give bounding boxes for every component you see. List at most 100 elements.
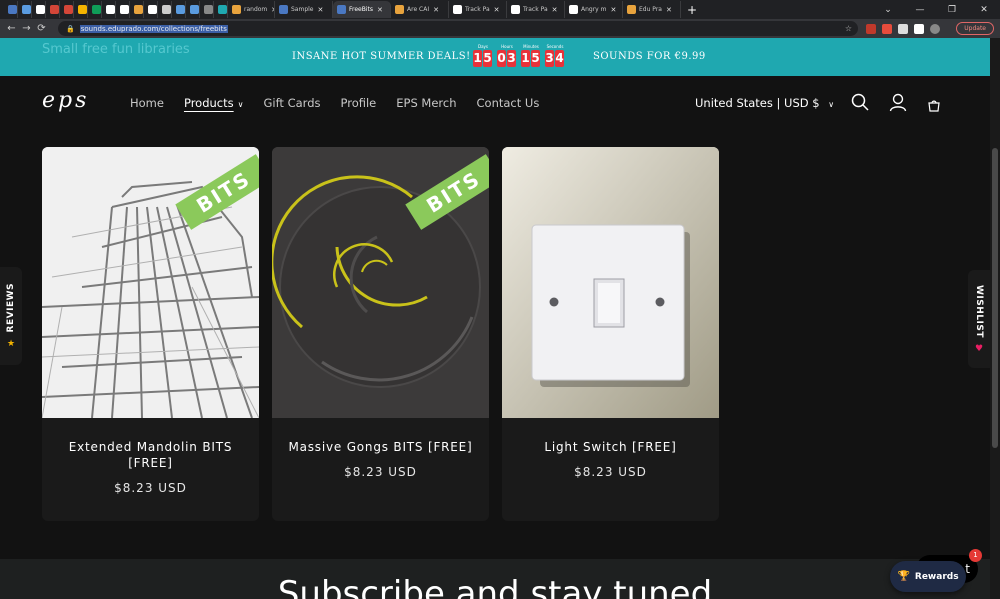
tab-close-icon[interactable]: ✕ — [433, 6, 439, 14]
scrollbar-thumb[interactable] — [992, 148, 998, 448]
wishlist-tab[interactable]: WISHLIST ♥ — [968, 270, 990, 368]
browser-tab[interactable] — [214, 1, 228, 18]
extension-icon[interactable] — [866, 23, 876, 34]
tab-favicon-icon — [22, 5, 31, 14]
new-tab-button[interactable]: + — [687, 3, 697, 17]
browser-tab[interactable]: Sample ✕ — [275, 1, 333, 18]
minimize-icon[interactable]: — — [904, 5, 936, 15]
announcement-right-text: SOUNDS FOR €9.99 — [593, 51, 706, 62]
tab-favicon-icon — [627, 5, 636, 14]
nav-item-eps-merch[interactable]: EPS Merch — [396, 96, 456, 110]
tab-close-icon[interactable]: ✕ — [666, 6, 672, 14]
browser-tab[interactable] — [18, 1, 32, 18]
browser-tab[interactable]: Track Pa ✕ — [449, 1, 507, 18]
rewards-button[interactable]: 🏆 Rewards — [890, 561, 966, 592]
back-icon[interactable]: ← — [4, 23, 19, 34]
reviews-label: REVIEWS — [6, 283, 16, 333]
nav-item-profile[interactable]: Profile — [341, 96, 377, 110]
search-icon[interactable] — [851, 93, 869, 115]
browser-tab[interactable] — [200, 1, 214, 18]
browser-tab[interactable]: Are CAI ✕ — [391, 1, 449, 18]
browser-tab[interactable] — [74, 1, 88, 18]
browser-tab[interactable] — [32, 1, 46, 18]
product-title[interactable]: Extended Mandolin BITS [FREE] — [52, 439, 249, 471]
nav-item-products[interactable]: Products ∨ — [184, 96, 244, 110]
nav-item-label: Contact Us — [476, 96, 540, 110]
reviews-tab[interactable]: REVIEWS ★ — [0, 267, 22, 365]
tab-favicon-icon — [50, 5, 59, 14]
product-image-mandolin[interactable]: BITS — [42, 147, 259, 418]
tab-close-icon[interactable]: ✕ — [552, 6, 558, 14]
countdown-digit: 4 — [555, 50, 564, 67]
lock-icon: 🔒 — [66, 24, 75, 33]
tab-favicon-icon — [120, 5, 129, 14]
maximize-icon[interactable]: ❐ — [936, 5, 968, 15]
browser-tab[interactable]: Angry m ✕ — [565, 1, 623, 18]
browser-tab[interactable] — [172, 1, 186, 18]
browser-tab[interactable]: FreeBits ✕ — [333, 1, 391, 18]
country-currency-selector[interactable]: United States | USD $ ∨ — [695, 96, 834, 110]
tab-favicon-icon — [162, 5, 171, 14]
countdown-digit: 0 — [497, 50, 506, 67]
profile-avatar[interactable] — [930, 23, 940, 34]
product-card[interactable]: BITS Massive Gongs BITS [FREE] $8.23 USD — [272, 147, 489, 521]
browser-tab[interactable] — [60, 1, 74, 18]
product-image-gongs[interactable]: BITS — [272, 147, 489, 418]
announcement-bar: Small free fun libraries INSANE HOT SUMM… — [0, 38, 990, 76]
browser-tab[interactable] — [186, 1, 200, 18]
star-icon: ★ — [6, 338, 16, 349]
browser-tab[interactable] — [144, 1, 158, 18]
countdown-timer: Days 1 5 Hours 0 3 Minutes 1 5 Seconds 3 4 — [473, 44, 569, 67]
forward-icon[interactable]: → — [19, 23, 34, 34]
close-window-icon[interactable]: ✕ — [968, 5, 1000, 15]
site-logo[interactable]: eps — [42, 88, 89, 113]
nav-item-label: Products — [183, 96, 234, 110]
tab-close-icon[interactable]: ✕ — [494, 6, 500, 14]
tab-favicon-icon — [395, 5, 404, 14]
countdown-group: Minutes 1 5 — [521, 44, 541, 67]
tab-label: Sample — [291, 6, 314, 13]
nav-item-contact-us[interactable]: Contact Us — [477, 96, 540, 110]
product-card[interactable]: BITS Extended Mandolin BITS [FREE] $8.23… — [42, 147, 259, 521]
countdown-group: Seconds 3 4 — [545, 44, 565, 67]
countdown-digit: 3 — [545, 50, 554, 67]
browser-tab[interactable]: Track Pa ✕ — [507, 1, 565, 18]
nav-item-home[interactable]: Home — [130, 96, 164, 110]
browser-tab[interactable] — [46, 1, 60, 18]
browser-tab[interactable]: random✕ — [228, 1, 275, 18]
nav-item-gift-cards[interactable]: Gift Cards — [263, 96, 320, 110]
tab-close-icon[interactable]: ✕ — [318, 6, 324, 14]
browser-tab[interactable] — [130, 1, 144, 18]
product-price: $8.23 USD — [574, 465, 647, 479]
tab-favicon-icon — [337, 5, 346, 14]
update-button[interactable]: Update — [956, 22, 994, 35]
puzzle-icon[interactable] — [898, 23, 908, 34]
browser-tab[interactable] — [102, 1, 116, 18]
page-scrollbar[interactable] — [990, 38, 1000, 599]
product-title[interactable]: Massive Gongs BITS [FREE] — [282, 439, 479, 455]
nav-item-label: EPS Merch — [396, 96, 457, 110]
extension-icon[interactable] — [882, 23, 892, 34]
reload-icon[interactable]: ⟳ — [34, 23, 49, 34]
browser-tab[interactable] — [158, 1, 172, 18]
browser-tab[interactable] — [116, 1, 130, 18]
product-image-light-switch[interactable] — [502, 147, 719, 418]
product-title[interactable]: Light Switch [FREE] — [512, 439, 709, 455]
countdown-digit: 1 — [521, 50, 530, 67]
url-text[interactable]: sounds.eduprado.com/collections/freebits — [79, 24, 228, 33]
account-icon[interactable] — [889, 93, 907, 116]
address-bar[interactable]: 🔒 sounds.eduprado.com/collections/freebi… — [58, 21, 858, 36]
sidebar-icon[interactable] — [914, 23, 924, 34]
browser-tab[interactable] — [88, 1, 102, 18]
browser-tab[interactable]: Edu Pra ✕ — [623, 1, 681, 18]
tab-search-icon[interactable]: ⌄ — [872, 5, 904, 15]
nav-item-label: Profile — [340, 96, 377, 110]
cart-icon[interactable] — [928, 97, 940, 116]
bookmark-star-icon[interactable]: ☆ — [845, 24, 852, 33]
subscribe-heading: Subscribe and stay tuned — [277, 574, 713, 599]
tab-close-icon[interactable]: ✕ — [377, 6, 383, 14]
browser-tab[interactable] — [4, 1, 18, 18]
tab-label: Track Pa — [523, 6, 548, 13]
tab-close-icon[interactable]: ✕ — [611, 6, 617, 14]
product-card[interactable]: Light Switch [FREE] $8.23 USD — [502, 147, 719, 521]
